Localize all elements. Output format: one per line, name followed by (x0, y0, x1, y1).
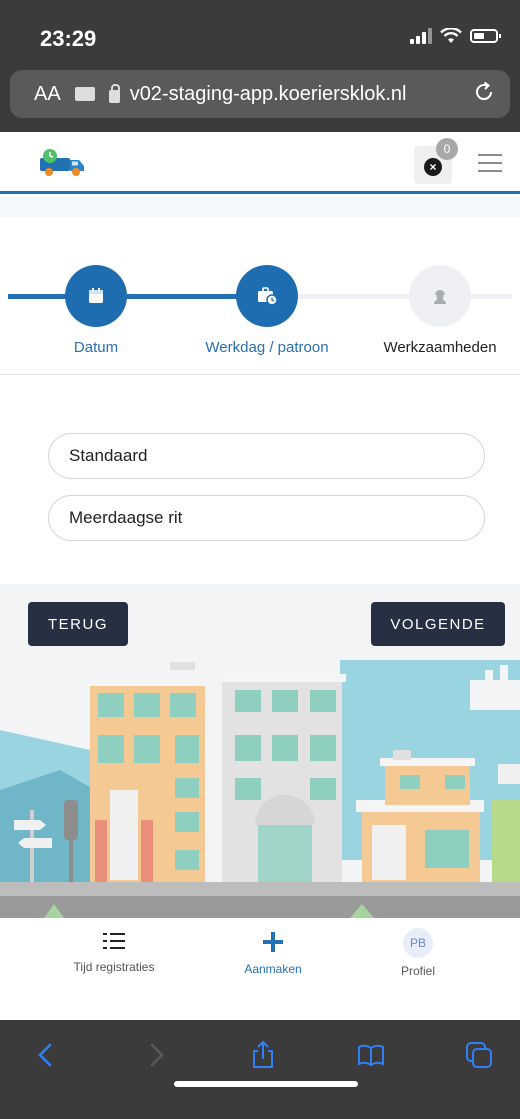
stepper-line-completed (8, 294, 268, 299)
address-bar[interactable]: AA v02-staging-app.koeriersklok.nl (10, 70, 510, 118)
extension-icon[interactable] (74, 87, 95, 101)
delivery-van-logo[interactable] (36, 148, 86, 178)
hamburger-icon[interactable] (478, 154, 502, 172)
progress-stepper: Datum Werkdag / patroon Werkzaamheden (0, 265, 520, 375)
tab-aanmaken[interactable]: Aanmaken (193, 932, 353, 976)
app-header: × 0 (0, 132, 520, 194)
option-standaard[interactable]: Standaard (48, 433, 485, 479)
header-band (0, 197, 520, 217)
tab-label-aanmaken: Aanmaken (244, 962, 302, 976)
step-label-datum: Datum (73, 339, 119, 356)
status-icons (410, 28, 501, 44)
briefcase-clock-icon (258, 287, 278, 306)
tab-label-tijd-registraties: Tijd registraties (73, 960, 155, 974)
text-size-button[interactable]: AA (34, 83, 61, 106)
bottom-tab-bar: Tijd registraties Aanmaken PB Profiel (0, 918, 520, 1018)
tab-label-profiel: Profiel (400, 964, 435, 978)
reload-icon[interactable] (472, 80, 496, 104)
url-text[interactable]: v02-staging-app.koeriersklok.nl (130, 83, 407, 106)
back-chevron-icon[interactable] (32, 1040, 62, 1070)
avatar: PB (403, 928, 433, 958)
step-label-werkzaamheden: Werkzaamheden (383, 339, 497, 356)
stepper-line-pending (268, 294, 512, 299)
step-datum[interactable] (65, 265, 127, 327)
battery-icon (470, 29, 501, 43)
forward-chevron-icon (150, 1043, 164, 1067)
notifications-button[interactable]: × 0 (414, 138, 458, 184)
wifi-icon (440, 28, 462, 43)
browser-url-area: AA v02-staging-app.koeriersklok.nl (0, 70, 520, 132)
lock-icon (108, 84, 120, 103)
next-button[interactable]: VOLGENDE (371, 602, 505, 646)
plus-icon (263, 932, 283, 952)
calendar-icon (89, 288, 103, 303)
bookmarks-icon[interactable] (356, 1040, 386, 1070)
tab-profiel[interactable]: PB Profiel (338, 928, 498, 978)
step-werkzaamheden[interactable] (409, 265, 471, 327)
option-meerdaagse-rit[interactable]: Meerdaagse rit (48, 495, 485, 541)
tabs-icon[interactable] (464, 1040, 494, 1070)
step-werkdag-patroon[interactable] (236, 265, 298, 327)
signal-icon (410, 28, 432, 44)
notification-count-badge: 0 (436, 138, 458, 160)
home-indicator (174, 1081, 358, 1087)
back-button[interactable]: TERUG (28, 602, 128, 646)
tab-tijd-registraties[interactable]: Tijd registraties (34, 932, 194, 974)
x-circle-icon: × (424, 158, 442, 176)
status-bar: 23:29 (0, 0, 520, 70)
worker-icon (434, 290, 446, 304)
browser-toolbar (0, 1020, 520, 1119)
share-icon[interactable] (248, 1040, 278, 1070)
list-icon (103, 932, 125, 950)
city-illustration (0, 660, 520, 918)
navigation-area: TERUG VOLGENDE (0, 584, 520, 660)
status-time: 23:29 (40, 26, 97, 51)
step-label-werkdag-patroon: Werkdag / patroon (205, 339, 329, 356)
